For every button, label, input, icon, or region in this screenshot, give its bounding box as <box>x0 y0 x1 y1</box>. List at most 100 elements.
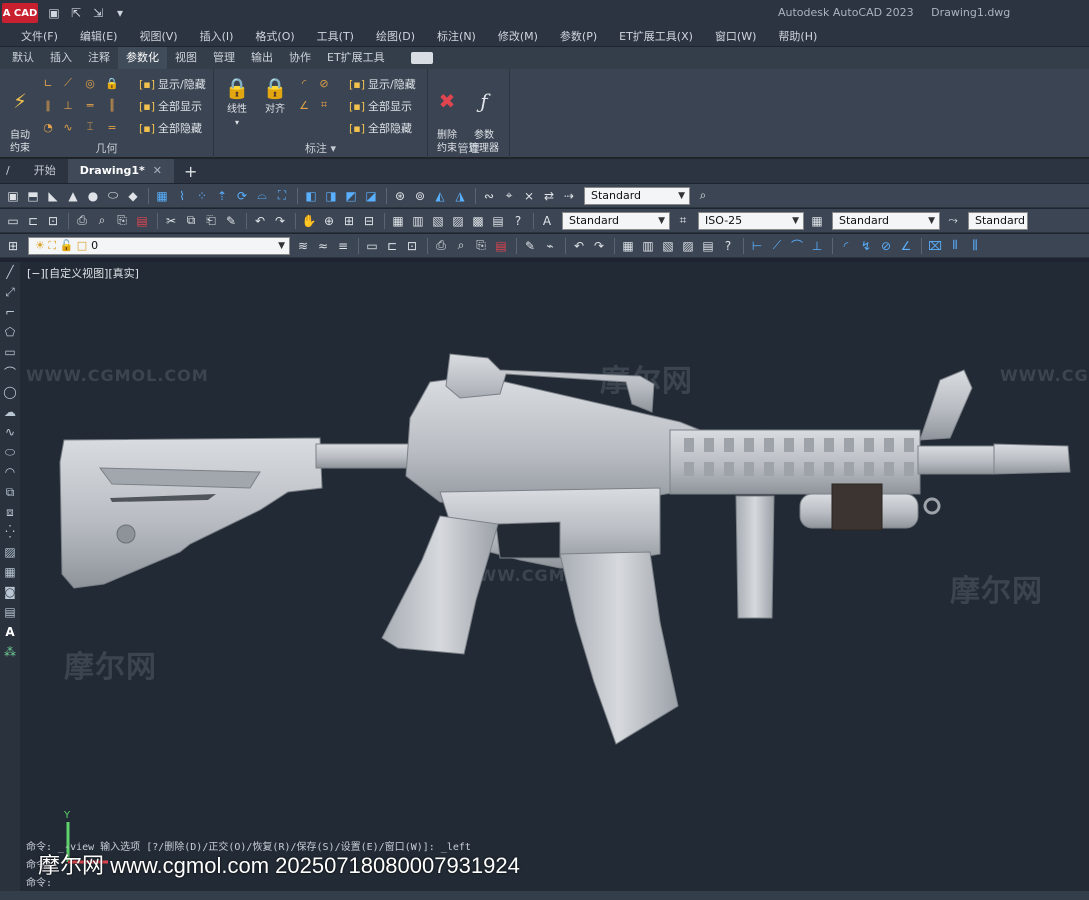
design-center-icon[interactable]: ▥ <box>409 212 427 230</box>
calculator-icon[interactable]: ▤ <box>489 212 507 230</box>
torus-icon[interactable]: ⬭ <box>104 187 122 205</box>
tab-annotate[interactable]: 注释 <box>80 47 118 69</box>
open-file-icon[interactable]: ⇱ <box>68 5 84 21</box>
redo-icon[interactable]: ↷ <box>271 212 289 230</box>
spline-icon[interactable]: ∿ <box>0 422 20 442</box>
save-icon[interactable]: ⊡ <box>403 237 421 255</box>
properties-icon[interactable]: ▦ <box>619 237 637 255</box>
spline-icon[interactable]: ∾ <box>480 187 498 205</box>
menu-edit[interactable]: 编辑(E) <box>69 28 129 44</box>
construction-line-icon[interactable]: ⤢ <box>0 282 20 302</box>
add-selected-icon[interactable]: ⁂ <box>0 642 20 662</box>
qat-dropdown-icon[interactable]: ▾ <box>112 5 128 21</box>
design-center-icon[interactable]: ▥ <box>639 237 657 255</box>
menu-tools[interactable]: 工具(T) <box>306 28 365 44</box>
file-tab-start[interactable]: 开始 <box>22 159 68 183</box>
app-menu-button[interactable]: A CAD <box>2 3 38 23</box>
measure-icon[interactable]: ⨯ <box>520 187 538 205</box>
new-icon[interactable]: ▭ <box>4 212 22 230</box>
file-tab-menu-icon[interactable]: / <box>0 159 22 183</box>
sphere-icon[interactable]: ● <box>84 187 102 205</box>
dim-ordinate-icon[interactable]: ⊥ <box>808 237 826 255</box>
point-icon[interactable]: ⁛ <box>0 522 20 542</box>
hatch-icon[interactable]: ▨ <box>0 542 20 562</box>
camera-icon[interactable]: ⊚ <box>411 187 429 205</box>
zoom-window-icon[interactable]: ⊞ <box>340 212 358 230</box>
zoom-realtime-icon[interactable]: ⊕ <box>320 212 338 230</box>
make-block-icon[interactable]: ⧈ <box>0 502 20 522</box>
dim-continue-icon[interactable]: ⫼ <box>966 237 984 255</box>
concentric-icon[interactable]: ◎ <box>84 77 96 90</box>
tab-insert[interactable]: 插入 <box>42 47 80 69</box>
publish-icon[interactable]: ⎘ <box>472 237 490 255</box>
dim-arc-icon[interactable]: ⌒ <box>788 237 806 255</box>
region-icon[interactable]: ◙ <box>0 582 20 602</box>
help-icon[interactable]: ? <box>719 237 737 255</box>
menu-modify[interactable]: 修改(M) <box>487 28 549 44</box>
polygon-icon[interactable]: ⬠ <box>0 322 20 342</box>
symmetric-icon[interactable]: ⌶ <box>84 120 96 133</box>
cylinder-icon[interactable]: ⬒ <box>24 187 42 205</box>
mleader-style-dropdown[interactable]: Standard <box>968 211 1028 230</box>
cut-icon[interactable]: ✂ <box>162 212 180 230</box>
pan-icon[interactable]: ✋ <box>300 212 318 230</box>
layer-iso-icon[interactable]: ≡ <box>334 237 352 255</box>
diameter-icon[interactable]: ⊘ <box>318 77 330 90</box>
tool-palette-icon[interactable]: ▧ <box>429 212 447 230</box>
menu-insert[interactable]: 插入(I) <box>189 28 245 44</box>
slice-icon[interactable]: ◪ <box>362 187 380 205</box>
line-icon[interactable]: ╱ <box>0 262 20 282</box>
wedge-icon[interactable]: ◣ <box>44 187 62 205</box>
union-icon[interactable]: ◧ <box>302 187 320 205</box>
table-style-icon[interactable]: ▦ <box>808 212 826 230</box>
revolve-icon[interactable]: ⟳ <box>233 187 251 205</box>
make-current-icon[interactable]: ≋ <box>294 237 312 255</box>
horizontal-icon[interactable]: ═ <box>84 99 96 112</box>
dim-quick-icon[interactable]: ⌧ <box>926 237 944 255</box>
table-style-dropdown[interactable]: Standard ▼ <box>832 211 940 230</box>
geo-show-hide-button[interactable]: [▪] 显示/隐藏 <box>139 76 206 92</box>
extrude-icon[interactable]: ⇡ <box>213 187 231 205</box>
layer-dropdown[interactable]: ☀ ⛶ 🔓 □ 0 ▼ <box>28 236 290 255</box>
menu-et-tools[interactable]: ET扩展工具(X) <box>608 28 704 44</box>
tab-default[interactable]: 默认 <box>4 47 42 69</box>
mleader-style-icon[interactable]: ⤳ <box>944 212 962 230</box>
open-icon[interactable]: ⊏ <box>383 237 401 255</box>
dim-angular-icon[interactable]: ∠ <box>897 237 915 255</box>
preview-icon[interactable]: ⌕ <box>93 212 111 230</box>
helix-icon[interactable]: ⌖ <box>500 187 518 205</box>
dim-baseline-icon[interactable]: ⫴ <box>946 237 964 255</box>
zoom-previous-icon[interactable]: ⊟ <box>360 212 378 230</box>
menu-view[interactable]: 视图(V) <box>128 28 188 44</box>
close-tab-icon[interactable]: ✕ <box>153 164 162 177</box>
loft-icon[interactable]: ⛶ <box>273 187 291 205</box>
dim-radius-icon[interactable]: ◜ <box>837 237 855 255</box>
collinear-icon[interactable]: ⟋ <box>62 76 74 89</box>
radius-icon[interactable]: ◜ <box>298 77 310 90</box>
match-properties-icon[interactable]: ✎ <box>521 237 539 255</box>
menu-format[interactable]: 格式(O) <box>244 28 305 44</box>
cone-icon[interactable]: ▲ <box>64 187 82 205</box>
dwf-icon[interactable]: ▤ <box>492 237 510 255</box>
dim-show-hide-button[interactable]: [▪] 显示/隐藏 <box>349 76 416 92</box>
tangent-icon[interactable]: ◔ <box>42 121 54 134</box>
panel-dimensional-label[interactable]: 标注 ▾ <box>214 140 427 156</box>
new-icon[interactable]: ▭ <box>363 237 381 255</box>
sheet-set-icon[interactable]: ▨ <box>679 237 697 255</box>
intersect-icon[interactable]: ◩ <box>342 187 360 205</box>
tool-palette-icon[interactable]: ▧ <box>659 237 677 255</box>
smooth-icon[interactable]: ∿ <box>62 121 74 134</box>
orbit-icon[interactable]: ⊛ <box>391 187 409 205</box>
save-icon[interactable]: ⊡ <box>44 212 62 230</box>
ellipse-arc-icon[interactable]: ◠ <box>0 462 20 482</box>
copy-icon[interactable]: ⧉ <box>182 212 200 230</box>
perpendicular-icon[interactable]: ⊥ <box>62 99 74 112</box>
tab-output[interactable]: 输出 <box>243 47 281 69</box>
menu-window[interactable]: 窗口(W) <box>704 28 767 44</box>
print-icon[interactable]: ⎙ <box>73 212 91 230</box>
tab-collaborate[interactable]: 协作 <box>281 47 319 69</box>
fix-lock-icon[interactable]: 🔒 <box>105 77 119 90</box>
vertical-icon[interactable]: ║ <box>106 99 118 112</box>
menu-parametric[interactable]: 参数(P) <box>549 28 608 44</box>
dim-hide-all-button[interactable]: [▪] 全部隐藏 <box>349 120 412 136</box>
